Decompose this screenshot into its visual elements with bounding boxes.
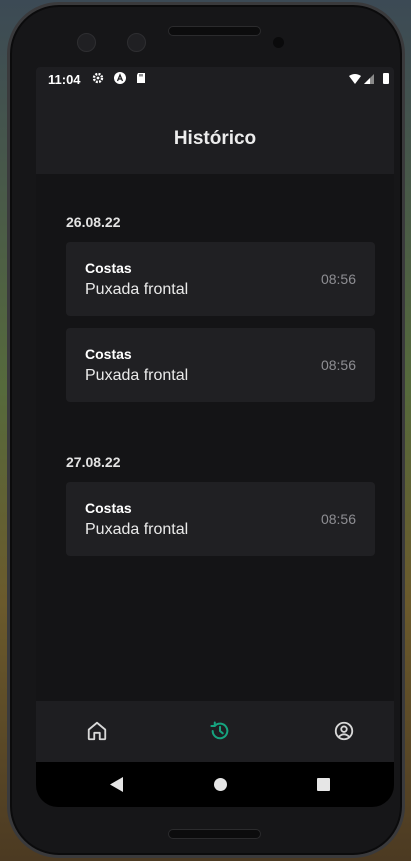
status-bar: 11:04 bbox=[36, 67, 394, 91]
wifi-icon bbox=[349, 74, 361, 84]
history-icon bbox=[210, 721, 229, 740]
sd-card-icon bbox=[137, 73, 145, 83]
nav-history-button[interactable] bbox=[200, 711, 240, 751]
status-time: 11:04 bbox=[48, 72, 81, 87]
back-icon[interactable] bbox=[110, 777, 124, 792]
entry-exercise: Puxada frontal bbox=[85, 367, 189, 384]
a-icon bbox=[114, 72, 126, 84]
profile-icon bbox=[334, 721, 354, 741]
entry-muscle-group: Costas bbox=[85, 346, 132, 362]
history-entry-card[interactable]: Costas Puxada frontal 08:56 bbox=[66, 482, 375, 556]
nav-home-button[interactable] bbox=[77, 711, 117, 751]
entry-exercise: Puxada frontal bbox=[85, 281, 189, 298]
battery-icon bbox=[383, 73, 389, 84]
home-icon bbox=[87, 721, 107, 741]
recents-icon[interactable] bbox=[317, 778, 330, 791]
system-navigation-bar bbox=[36, 762, 394, 807]
entry-muscle-group: Costas bbox=[85, 260, 132, 276]
date-group-label: 26.08.22 bbox=[66, 214, 121, 230]
entry-exercise: Puxada frontal bbox=[85, 521, 189, 538]
front-camera bbox=[77, 33, 96, 52]
entry-time: 08:56 bbox=[320, 271, 356, 287]
signal-icon bbox=[364, 74, 374, 84]
nav-profile-button[interactable] bbox=[324, 711, 364, 751]
entry-time: 08:56 bbox=[320, 357, 356, 373]
app-screen: 11:04 Histórico 26.08.22 Costas Puxada f… bbox=[36, 67, 394, 807]
history-entry-card[interactable]: Costas Puxada frontal 08:56 bbox=[66, 242, 375, 316]
history-list: 26.08.22 Costas Puxada frontal 08:56 Cos… bbox=[36, 174, 394, 701]
bottom-navigation bbox=[36, 701, 394, 762]
front-camera-secondary bbox=[127, 33, 146, 52]
earpiece-speaker bbox=[168, 26, 261, 36]
page-title: Histórico bbox=[173, 128, 257, 149]
app-header: Histórico bbox=[36, 91, 394, 174]
phone-frame: 11:04 Histórico 26.08.22 Costas Puxada f… bbox=[7, 2, 405, 858]
history-entry-card[interactable]: Costas Puxada frontal 08:56 bbox=[66, 328, 375, 402]
entry-time: 08:56 bbox=[320, 511, 356, 527]
entry-muscle-group: Costas bbox=[85, 500, 132, 516]
date-group-label: 27.08.22 bbox=[66, 454, 121, 470]
bottom-speaker bbox=[168, 829, 261, 839]
settings-icon bbox=[92, 72, 104, 84]
home-circle-icon[interactable] bbox=[214, 778, 227, 791]
proximity-sensor bbox=[273, 37, 284, 48]
